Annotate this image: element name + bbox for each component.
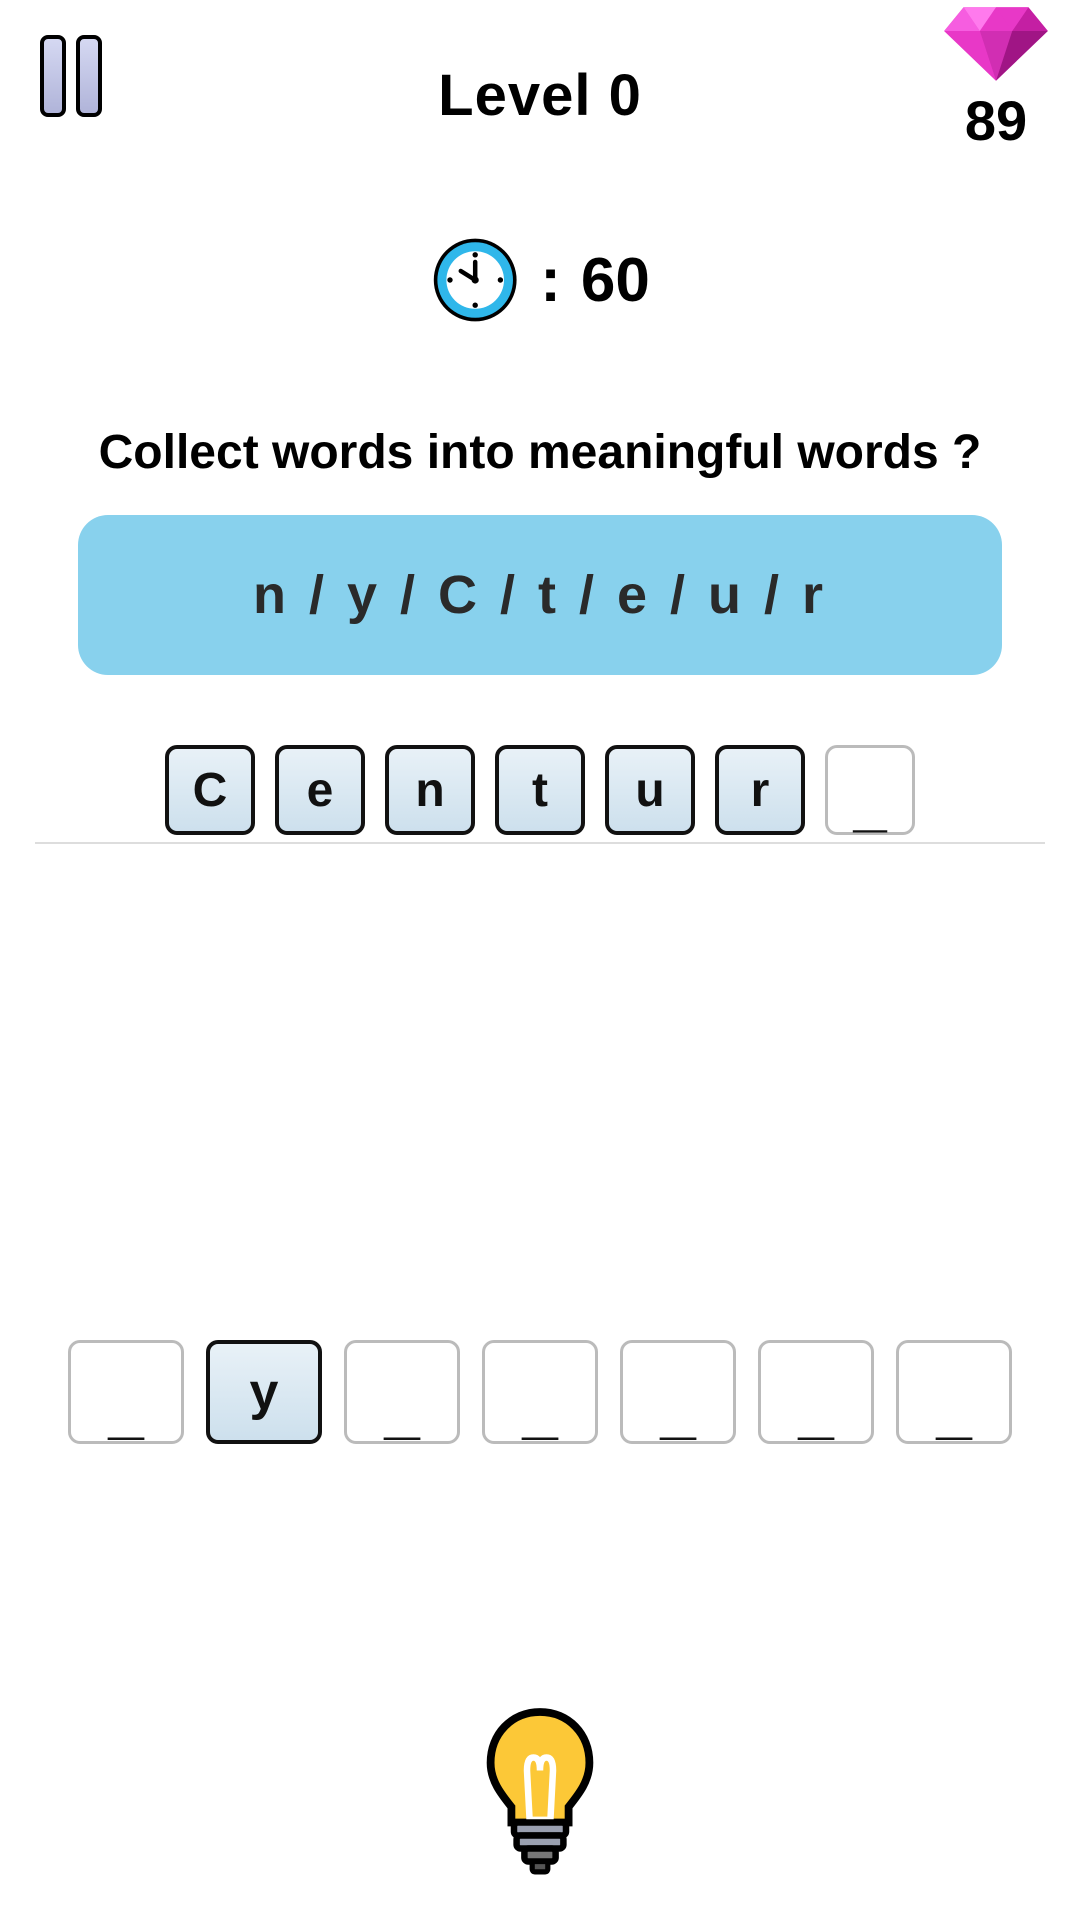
gem-count: 89 — [965, 88, 1027, 153]
empty-slot: _ — [108, 1359, 144, 1426]
gem-icon — [942, 5, 1050, 83]
pause-bar-icon — [40, 35, 66, 117]
clock-icon — [430, 235, 520, 325]
gem-counter: 89 — [942, 5, 1050, 153]
input-row: _ y _ _ _ _ _ — [0, 1340, 1080, 1444]
answer-tile[interactable]: t — [495, 745, 585, 835]
empty-slot: _ — [522, 1359, 558, 1426]
input-tile[interactable]: _ — [620, 1340, 736, 1444]
answer-tile[interactable]: e — [275, 745, 365, 835]
pause-button[interactable] — [40, 35, 102, 117]
answer-row: Centur _ — [0, 745, 1080, 855]
input-tile[interactable]: _ — [344, 1340, 460, 1444]
level-title: Level 0 — [438, 62, 642, 129]
input-tile[interactable]: _ — [68, 1340, 184, 1444]
divider — [35, 842, 1045, 844]
empty-slot: _ — [853, 760, 886, 820]
hint-button[interactable] — [475, 1705, 605, 1880]
answer-tile[interactable]: r — [715, 745, 805, 835]
input-tile[interactable]: _ — [896, 1340, 1012, 1444]
input-tile[interactable]: y — [206, 1340, 322, 1444]
answer-tile[interactable]: _ — [825, 745, 915, 835]
pause-bar-icon — [76, 35, 102, 117]
answer-tile[interactable]: n — [385, 745, 475, 835]
timer-value: 60 — [581, 245, 650, 316]
scrambled-letters-box: n / y / C / t / e / u / r — [78, 515, 1002, 675]
instruction-text: Collect words into meaningful words ? — [0, 425, 1080, 480]
empty-slot: _ — [384, 1359, 420, 1426]
lightbulb-icon — [475, 1705, 605, 1875]
answer-tile[interactable]: u — [605, 745, 695, 835]
empty-slot: _ — [936, 1359, 972, 1426]
timer-separator: : — [540, 245, 561, 316]
empty-slot: _ — [798, 1359, 834, 1426]
timer: : 60 — [430, 235, 650, 325]
empty-slot: _ — [660, 1359, 696, 1426]
input-tile[interactable]: _ — [482, 1340, 598, 1444]
input-tile[interactable]: _ — [758, 1340, 874, 1444]
scrambled-letters: n / y / C / t / e / u / r — [253, 564, 827, 626]
answer-tile[interactable]: C — [165, 745, 255, 835]
